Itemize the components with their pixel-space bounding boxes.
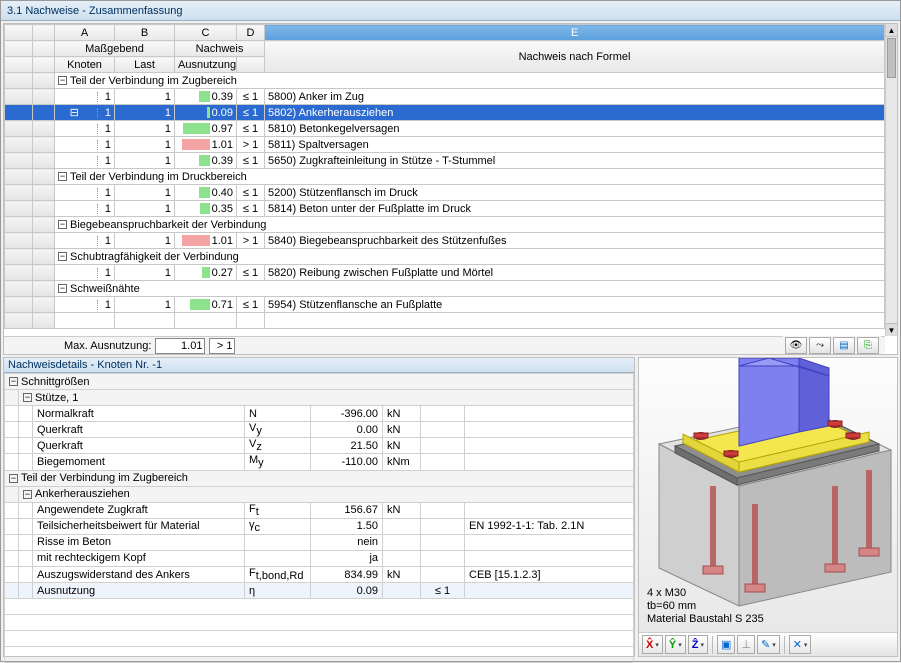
details-row xyxy=(5,631,634,647)
details-panel: Nachweisdetails - Knoten Nr. -1 −Schnitt… xyxy=(3,357,635,657)
details-row: QuerkraftVy0.00kN xyxy=(5,422,634,438)
view-lock-button[interactable]: ⊥ xyxy=(737,635,755,654)
viewer-toolbar: X̂▾ Ŷ▾ Ẑ▾ ▣ ⊥ ✎▾ ✕▾ xyxy=(639,632,897,656)
max-usage-value[interactable] xyxy=(155,338,205,354)
viewer-panel: 4 x M30 tb=60 mm Material Baustahl S 235… xyxy=(638,357,898,657)
collapse-icon[interactable]: − xyxy=(9,474,18,483)
details-row: QuerkraftVz21.50kN xyxy=(5,438,634,454)
scroll-thumb[interactable] xyxy=(887,38,896,78)
export-button[interactable]: ⎘ xyxy=(857,337,879,354)
collapse-icon[interactable]: − xyxy=(58,172,67,181)
results-grid-panel: AB CD E Maßgebend Nachweis Nachweis nach… xyxy=(3,23,898,355)
window-title-bar: 3.1 Nachweise - Zusammenfassung xyxy=(1,1,900,21)
details-title: Nachweisdetails - Knoten Nr. -1 xyxy=(4,358,634,373)
details-row: Teilsicherheitsbeiwert für Materialγc1.5… xyxy=(5,518,634,534)
viewer-line2: tb=60 mm xyxy=(647,600,764,613)
table-row[interactable]: 111.01> 15811) Spaltversagen xyxy=(5,137,885,153)
scroll-down-icon[interactable]: ▼ xyxy=(886,323,897,336)
details-row: Ausnutzungη0.09≤ 1 xyxy=(5,583,634,599)
details-row: BiegemomentMy-110.00kNm xyxy=(5,454,634,470)
viewer-info: 4 x M30 tb=60 mm Material Baustahl S 235 xyxy=(643,585,768,628)
header-row-groups: Maßgebend Nachweis Nachweis nach Formel xyxy=(5,41,885,57)
details-row: Auszugswiderstand des AnkersFt,bond,Rd83… xyxy=(5,566,634,582)
details-table[interactable]: −Schnittgrößen−Stütze, 1NormalkraftN-396… xyxy=(4,373,634,663)
filter-button[interactable]: ▤ xyxy=(833,337,855,354)
collapse-icon[interactable]: − xyxy=(58,76,67,85)
max-usage-cmp[interactable] xyxy=(209,338,235,354)
details-row: Risse im Betonnein xyxy=(5,534,634,550)
details-row: mit rechteckigem Kopfja xyxy=(5,550,634,566)
details-row xyxy=(5,599,634,615)
group-row[interactable]: −Biegebeanspruchbarkeit der Verbindung xyxy=(5,217,885,233)
collapse-icon[interactable]: − xyxy=(23,490,32,499)
details-row xyxy=(5,615,634,631)
grid-toolbar: 👁 ⤳ ▤ ⎘ xyxy=(783,336,881,354)
grid-vscroll[interactable]: ▲ ▼ xyxy=(885,24,897,336)
max-usage-label: Max. Ausnutzung: xyxy=(64,340,151,352)
view-button[interactable]: 👁 xyxy=(785,337,807,354)
view-z-button[interactable]: Ẑ▾ xyxy=(688,635,708,654)
details-group-row[interactable]: −Ankerherausziehen xyxy=(5,486,634,502)
table-row[interactable]: 110.39≤ 15650) Zugkrafteinleitung in Stü… xyxy=(5,153,885,169)
table-row[interactable]: 110.40≤ 15200) Stützenflansch im Druck xyxy=(5,185,885,201)
table-row[interactable]: 110.97≤ 15810) Betonkegelversagen xyxy=(5,121,885,137)
view-x-button[interactable]: X̂▾ xyxy=(642,635,663,654)
group-row[interactable]: −Teil der Verbindung im Druckbereich xyxy=(5,169,885,185)
header-row-letters: AB CD E xyxy=(5,25,885,41)
group-row[interactable]: −Schweißnähte xyxy=(5,281,885,297)
table-row[interactable]: 110.39≤ 15800) Anker im Zug xyxy=(5,89,885,105)
table-row[interactable]: 110.27≤ 15820) Reibung zwischen Fußplatt… xyxy=(5,265,885,281)
table-row[interactable]: 110.35≤ 15814) Beton unter der Fußplatte… xyxy=(5,201,885,217)
collapse-icon[interactable]: − xyxy=(58,220,67,229)
viewer-line1: 4 x M30 xyxy=(647,587,764,600)
viewer-line3: Material Baustahl S 235 xyxy=(647,613,764,626)
goto-button[interactable]: ⤳ xyxy=(809,337,831,354)
view-print-button[interactable]: ✕▾ xyxy=(789,635,812,654)
window-title: 3.1 Nachweise - Zusammenfassung xyxy=(7,5,182,17)
collapse-icon[interactable]: − xyxy=(58,252,67,261)
table-row xyxy=(5,313,885,329)
view-iso-button[interactable]: ▣ xyxy=(717,635,735,654)
collapse-icon[interactable]: − xyxy=(23,393,32,402)
group-row[interactable]: −Schubtragfähigkeit der Verbindung xyxy=(5,249,885,265)
details-group-row[interactable]: −Stütze, 1 xyxy=(5,390,634,406)
details-row: NormalkraftN-396.00kN xyxy=(5,406,634,422)
table-row[interactable]: 110.71≤ 15954) Stützenflansche an Fußpla… xyxy=(5,297,885,313)
view-y-button[interactable]: Ŷ▾ xyxy=(665,635,686,654)
table-row[interactable]: 111.01> 15840) Biegebeanspruchbarkeit de… xyxy=(5,233,885,249)
collapse-icon[interactable]: − xyxy=(9,377,18,386)
max-usage-row: Max. Ausnutzung: xyxy=(4,338,235,354)
details-row: Angewendete ZugkraftFt156.67kN xyxy=(5,502,634,518)
details-row xyxy=(5,647,634,663)
view-tool-button[interactable]: ✎▾ xyxy=(757,635,780,654)
scroll-up-icon[interactable]: ▲ xyxy=(886,24,897,37)
table-row[interactable]: ⊟110.09≤ 15802) Ankerherausziehen xyxy=(5,105,885,121)
details-group-row[interactable]: −Schnittgrößen xyxy=(5,374,634,390)
details-group-row[interactable]: −Teil der Verbindung im Zugbereich xyxy=(5,470,634,486)
group-row[interactable]: −Teil der Verbindung im Zugbereich xyxy=(5,73,885,89)
viewer-3d[interactable]: 4 x M30 tb=60 mm Material Baustahl S 235 xyxy=(639,358,897,632)
collapse-icon[interactable]: − xyxy=(58,284,67,293)
baseplate-3d-icon xyxy=(639,358,897,614)
results-table[interactable]: AB CD E Maßgebend Nachweis Nachweis nach… xyxy=(4,24,885,329)
